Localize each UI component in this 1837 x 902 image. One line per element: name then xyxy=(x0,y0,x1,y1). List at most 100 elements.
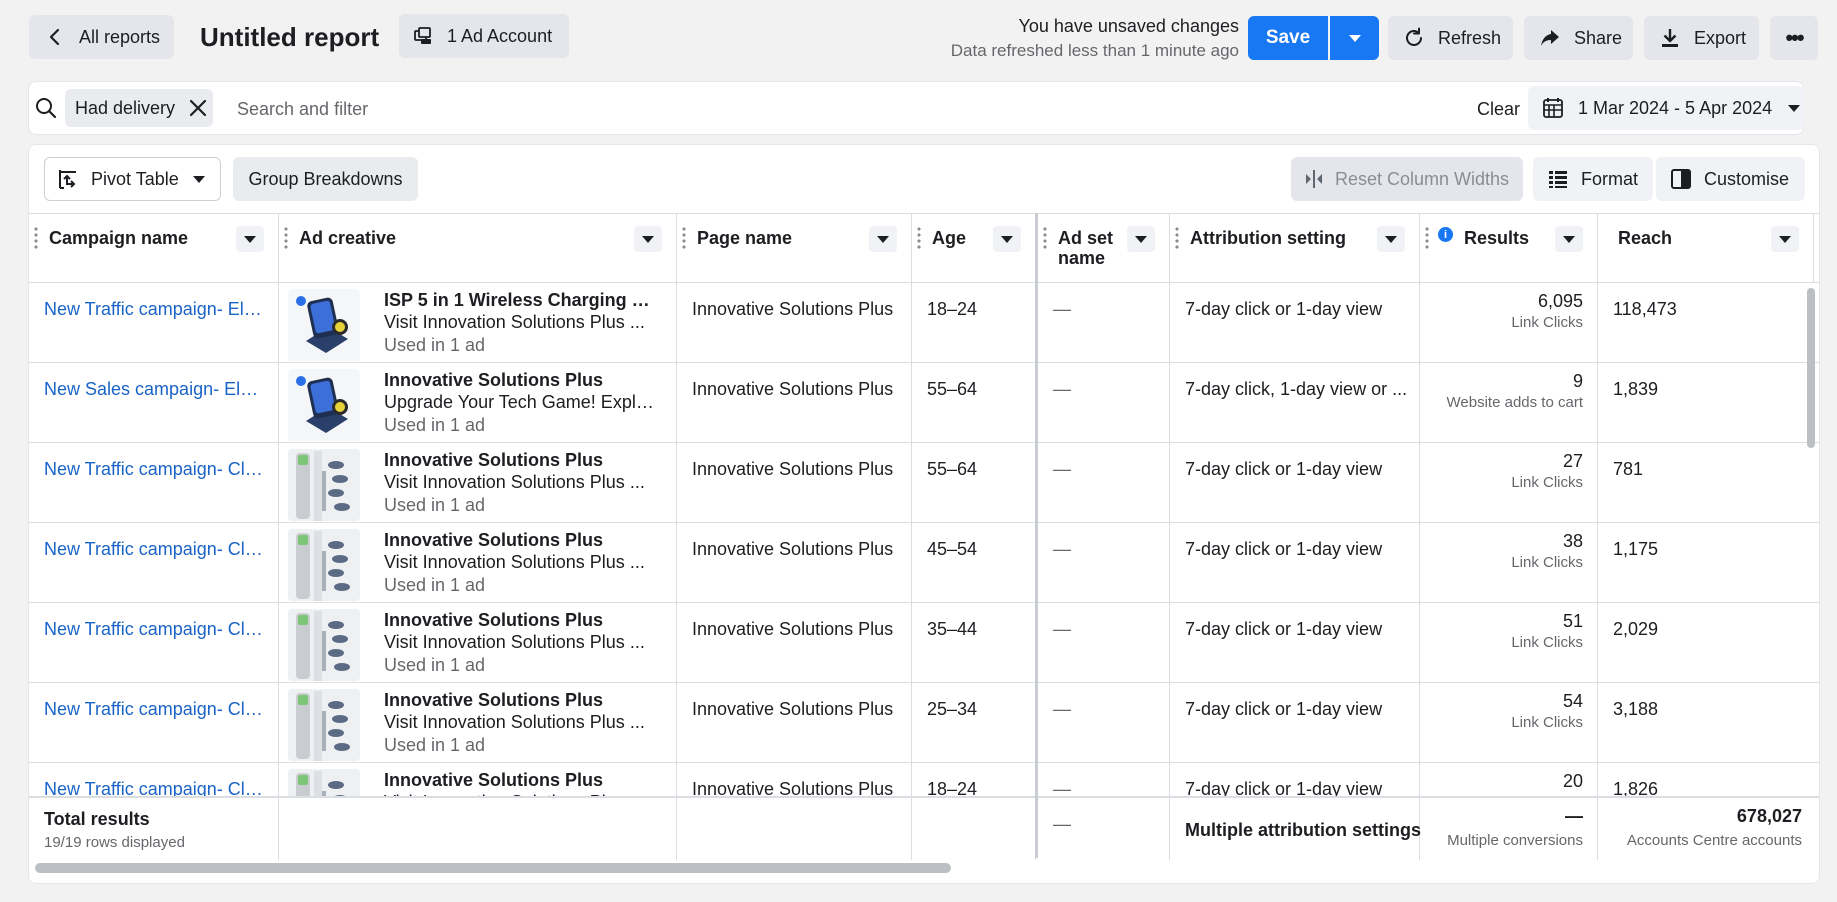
ad-creative-title: Innovative Solutions Plus xyxy=(384,770,604,790)
campaign-name-link[interactable]: New Traffic campaign- Cle... xyxy=(44,539,266,560)
column-menu-button[interactable] xyxy=(993,226,1021,252)
all-reports-button[interactable]: All reports xyxy=(29,15,174,59)
close-icon[interactable] xyxy=(189,99,207,117)
campaign-name-link[interactable]: New Traffic campaign- Ele... xyxy=(44,299,266,320)
ad-creative-cell[interactable]: Innovative Solutions Plus Visit Innovati… xyxy=(279,523,677,603)
share-button[interactable]: Share xyxy=(1524,16,1633,60)
column-menu-button[interactable] xyxy=(869,226,897,252)
table-row[interactable]: New Traffic campaign- Cle... Innovative … xyxy=(29,443,1819,523)
caret-down-icon xyxy=(877,235,889,243)
column-menu-button[interactable] xyxy=(236,226,264,252)
table-row[interactable]: New Traffic campaign- Cle... Innovative … xyxy=(29,763,1819,796)
attribution-value: 7-day click or 1-day view xyxy=(1185,619,1383,639)
ad-creative-thumbnail[interactable] xyxy=(288,289,360,361)
save-button[interactable]: Save xyxy=(1248,16,1328,60)
table-row[interactable]: New Traffic campaign- Cle... Innovative … xyxy=(29,603,1819,683)
drag-handle-icon[interactable] xyxy=(284,226,288,250)
column-label: Results xyxy=(1464,228,1530,248)
ad-creative-thumbnail[interactable] xyxy=(288,769,360,796)
column-header-reach[interactable]: Reach xyxy=(1598,214,1814,282)
page-title[interactable]: Untitled report xyxy=(200,22,379,53)
column-header-age[interactable]: Age xyxy=(912,214,1036,282)
reach-cell: 118,473 xyxy=(1598,283,1814,363)
all-reports-label: All reports xyxy=(79,26,161,47)
ad-creative-thumbnail[interactable] xyxy=(288,689,360,761)
column-menu-button[interactable] xyxy=(634,226,662,252)
drag-handle-icon[interactable] xyxy=(1175,226,1179,250)
horizontal-scrollbar[interactable] xyxy=(35,863,951,873)
ad-creative-body: Visit Innovation Solutions Plus ... xyxy=(384,632,645,652)
table-row[interactable]: New Traffic campaign- Ele... ISP 5 in 1 … xyxy=(29,283,1819,363)
more-options-button[interactable]: ••• xyxy=(1770,16,1818,60)
format-button[interactable]: Format xyxy=(1533,157,1653,201)
attribution-value: 7-day click or 1-day view xyxy=(1185,539,1383,559)
vertical-scrollbar[interactable] xyxy=(1807,288,1815,448)
page-name-value: Innovative Solutions Plus xyxy=(692,379,894,399)
pivot-table-button[interactable]: Pivot Table xyxy=(44,157,221,201)
table-row[interactable]: New Traffic campaign- Cle... Innovative … xyxy=(29,523,1819,603)
drag-handle-icon[interactable] xyxy=(1043,226,1047,250)
column-header-attribution-setting[interactable]: Attribution setting xyxy=(1170,214,1420,282)
age-cell: 18–24 xyxy=(912,283,1036,363)
age-value: 55–64 xyxy=(927,459,978,479)
save-options-button[interactable] xyxy=(1330,16,1379,60)
campaign-name-link[interactable]: New Traffic campaign- Cle... xyxy=(44,699,266,720)
caret-down-icon xyxy=(1135,235,1147,243)
ad-account-button[interactable]: 1 Ad Account xyxy=(399,14,569,58)
column-header-ad-set-name[interactable]: Ad set name xyxy=(1038,214,1170,282)
column-menu-button[interactable] xyxy=(1771,226,1799,252)
page-name-value: Innovative Solutions Plus xyxy=(692,539,894,559)
table-row[interactable]: New Sales campaign- Elec... Innovative S… xyxy=(29,363,1819,443)
ad-set-name-cell: — xyxy=(1038,603,1170,683)
search-input[interactable]: Search and filter xyxy=(237,99,368,120)
refresh-button[interactable]: Refresh xyxy=(1388,16,1513,60)
customise-button[interactable]: Customise xyxy=(1656,157,1805,201)
ad-creative-thumbnail[interactable] xyxy=(288,609,360,681)
column-menu-button[interactable] xyxy=(1377,226,1405,252)
ad-creative-thumbnail[interactable] xyxy=(288,449,360,521)
totals-attribution-value: Multiple attribution settings xyxy=(1185,820,1421,840)
ad-creative-body: Upgrade Your Tech Game! Explo... xyxy=(384,392,654,412)
campaign-name-link[interactable]: New Sales campaign- Elec... xyxy=(44,379,266,400)
table-row[interactable]: New Traffic campaign- Cle... Innovative … xyxy=(29,683,1819,763)
column-header-results[interactable]: i Results xyxy=(1420,214,1598,282)
column-label: Ad creative xyxy=(299,228,397,248)
ad-creative-thumbnail[interactable] xyxy=(288,369,360,441)
caret-down-icon xyxy=(1779,235,1791,243)
column-menu-button[interactable] xyxy=(1127,226,1155,252)
campaign-name-cell: New Traffic campaign- Cle... xyxy=(29,763,279,796)
clear-filters-button[interactable]: Clear xyxy=(1477,99,1520,120)
column-menu-button[interactable] xyxy=(1555,226,1583,252)
ad-set-name-value: — xyxy=(1053,379,1071,399)
campaign-name-link[interactable]: New Traffic campaign- Cle... xyxy=(44,779,266,796)
drag-handle-icon[interactable] xyxy=(917,226,921,250)
drag-handle-icon[interactable] xyxy=(682,226,686,250)
ad-creative-usage: Used in 1 ad xyxy=(384,735,486,755)
ad-creative-cell[interactable]: Innovative Solutions Plus Visit Innovati… xyxy=(279,683,677,763)
date-range-picker[interactable]: 1 Mar 2024 - 5 Apr 2024 xyxy=(1528,86,1804,130)
ad-creative-cell[interactable]: Innovative Solutions Plus Visit Innovati… xyxy=(279,443,677,523)
ad-creative-cell[interactable]: Innovative Solutions Plus Visit Innovati… xyxy=(279,603,677,683)
drag-handle-icon[interactable] xyxy=(34,226,38,250)
ad-creative-body: Visit Innovation Solutions Plus ... xyxy=(384,712,645,732)
info-icon[interactable]: i xyxy=(1438,227,1453,242)
column-header-page-name[interactable]: Page name xyxy=(677,214,912,282)
campaign-name-link[interactable]: New Traffic campaign- Cle... xyxy=(44,459,266,480)
ad-creative-cell[interactable]: ISP 5 in 1 Wireless Charging St... Visit… xyxy=(279,283,677,363)
filter-chip-had-delivery[interactable]: Had delivery xyxy=(65,89,214,127)
column-header-campaign-name[interactable]: Campaign name xyxy=(29,214,279,282)
ad-creative-thumbnail[interactable] xyxy=(288,529,360,601)
ad-creative-cell[interactable]: Innovative Solutions Plus Upgrade Your T… xyxy=(279,363,677,443)
campaign-name-link[interactable]: New Traffic campaign- Cle... xyxy=(44,619,266,640)
age-value: 18–24 xyxy=(927,779,978,796)
group-breakdowns-button[interactable]: Group Breakdowns xyxy=(233,157,418,201)
export-button[interactable]: Export xyxy=(1644,16,1759,60)
reset-column-widths-button[interactable]: Reset Column Widths xyxy=(1291,157,1523,201)
ad-creative-cell[interactable]: Innovative Solutions Plus Visit Innovati… xyxy=(279,763,677,796)
totals-creative-cell xyxy=(279,798,677,860)
column-resize-icon xyxy=(1303,168,1325,190)
results-value: 54 xyxy=(1562,691,1583,711)
column-header-ad-creative[interactable]: Ad creative xyxy=(279,214,677,282)
drag-handle-icon[interactable] xyxy=(1425,226,1429,250)
refresh-label: Refresh xyxy=(1438,27,1502,48)
